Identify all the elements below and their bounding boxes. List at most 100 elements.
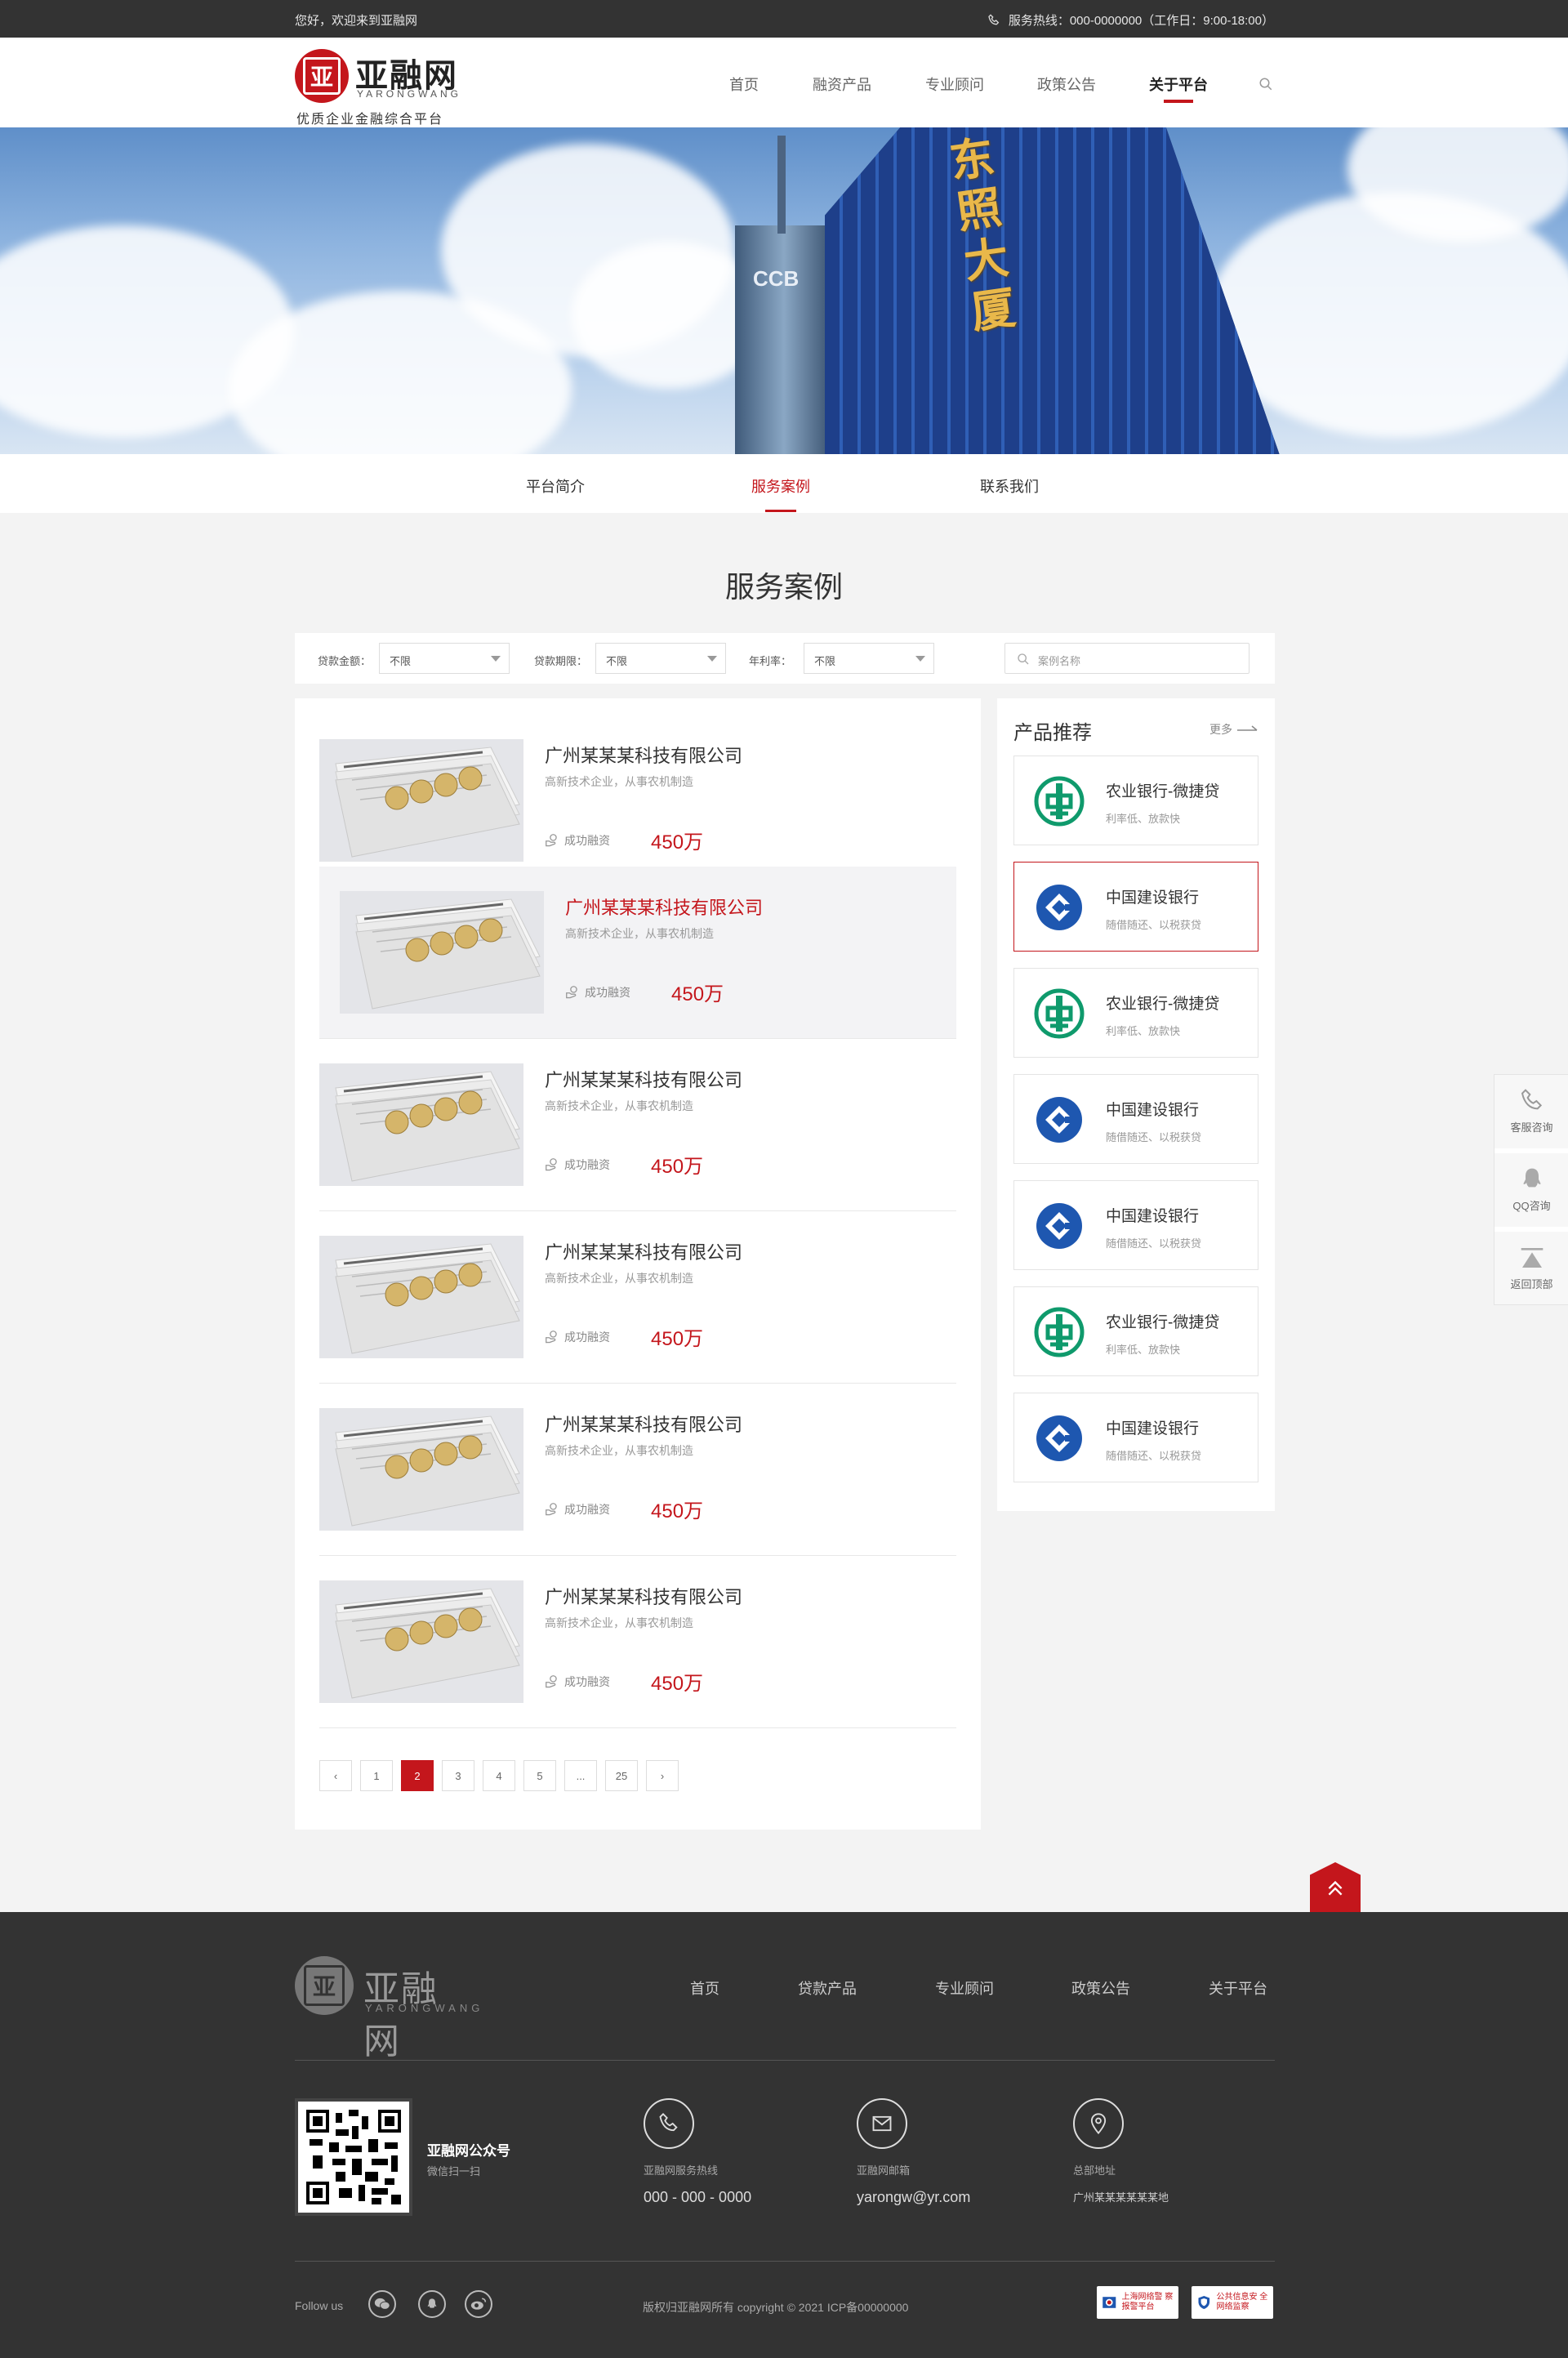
pagination-ellipsis: ... xyxy=(564,1760,597,1791)
amount-select[interactable]: 不限 xyxy=(379,643,510,674)
footer-divider xyxy=(295,2060,1275,2061)
list-item[interactable]: 广州某某某科技有限公司 高新技术企业，从事农机制造 成功融资 450万 xyxy=(319,1384,956,1556)
term-select[interactable]: 不限 xyxy=(595,643,726,674)
shield-icon xyxy=(1198,2295,1210,2310)
footer-nav-home[interactable]: 首页 xyxy=(690,1977,719,1999)
case-thumbnail[interactable] xyxy=(319,1236,523,1358)
success-label: 成功融资 xyxy=(565,984,630,1001)
page-button[interactable]: 25 xyxy=(605,1760,638,1791)
service-consult-button[interactable]: 客服咨询 xyxy=(1494,1075,1568,1148)
qq-consult-button[interactable]: QQ咨询 xyxy=(1494,1153,1568,1227)
case-description: 高新技术企业，从事农机制造 xyxy=(545,1444,693,1457)
logo-slogan: 优质企业金融综合平台 xyxy=(296,111,444,127)
page-button[interactable]: 1 xyxy=(360,1760,393,1791)
product-card[interactable]: 中国建设银行 随借随还、以税获贷 xyxy=(1013,1180,1258,1270)
product-desc: 随借随还、以税获贷 xyxy=(1106,1131,1202,1143)
more-link[interactable]: 更多 xyxy=(1209,721,1258,738)
list-item[interactable]: 广州某某某科技有限公司 高新技术企业，从事农机制造 成功融资 450万 xyxy=(319,715,956,887)
subnav-cases[interactable]: 服务案例 xyxy=(751,475,810,497)
product-card[interactable]: 中国建设银行 随借随还、以税获贷 xyxy=(1013,862,1258,952)
financing-amount: 450万 xyxy=(651,831,704,854)
chevron-down-icon xyxy=(915,656,925,662)
case-title[interactable]: 广州某某某科技有限公司 xyxy=(545,742,742,768)
pagination: ‹ 1 2 3 4 5... 25 › xyxy=(319,1760,679,1791)
product-card[interactable]: 中国建设银行随借随还、以税获贷 xyxy=(1013,1074,1258,1164)
subnav-intro[interactable]: 平台简介 xyxy=(526,475,585,497)
back-to-top-button[interactable]: 返回顶部 xyxy=(1494,1232,1568,1305)
mail-icon xyxy=(857,2098,907,2149)
product-name[interactable]: 中国建设银行 xyxy=(1106,885,1199,907)
nav-advisors[interactable]: 专业顾问 xyxy=(925,74,984,95)
product-name[interactable]: 中国建设银行 xyxy=(1106,1416,1199,1438)
police-badge[interactable]: 上海网络警 察报警平台 xyxy=(1097,2286,1178,2319)
footer-logo[interactable]: 亚 亚融网 YARONGWANG xyxy=(295,1956,479,2062)
case-title[interactable]: 广州某某某科技有限公司 xyxy=(545,1238,742,1264)
case-title[interactable]: 广州某某某科技有限公司 xyxy=(545,1583,742,1609)
prev-page-button[interactable]: ‹ xyxy=(319,1760,352,1791)
product-desc: 利率低、放款快 xyxy=(1106,813,1181,825)
product-card[interactable]: 农业银行-微捷贷利率低、放款快 xyxy=(1013,756,1258,845)
product-name[interactable]: 中国建设银行 xyxy=(1106,1098,1199,1120)
nav-home[interactable]: 首页 xyxy=(729,74,759,95)
case-title[interactable]: 广州某某某科技有限公司 xyxy=(545,1411,742,1437)
site-logo[interactable]: 亚 亚融网 YARONGWANG 优质企业金融综合平台 xyxy=(295,46,466,127)
rate-select[interactable]: 不限 xyxy=(804,643,934,674)
list-item[interactable]: 广州某某某科技有限公司 高新技术企业，从事农机制造 成功融资 450万 xyxy=(319,867,956,1039)
success-text: 成功融资 xyxy=(564,1331,610,1344)
badge1-text: 上海网络警 察报警平台 xyxy=(1121,2293,1174,2311)
wechat-icon[interactable] xyxy=(368,2290,396,2318)
list-item[interactable]: 广州某某某科技有限公司 高新技术企业，从事农机制造 成功融资 450万 xyxy=(319,1039,956,1211)
page-button[interactable]: 4 xyxy=(483,1760,515,1791)
nav-policy[interactable]: 政策公告 xyxy=(1037,74,1096,95)
case-thumbnail[interactable] xyxy=(319,1580,523,1703)
police-badge-icon xyxy=(1102,2297,1116,2308)
product-name[interactable]: 农业银行-微捷贷 xyxy=(1106,992,1219,1014)
case-thumbnail[interactable] xyxy=(319,739,523,862)
footer-email: 亚融网邮箱 yarongw@yr.com xyxy=(857,2098,970,2206)
product-name[interactable]: 农业银行-微捷贷 xyxy=(1106,1310,1219,1332)
scroll-top-button[interactable] xyxy=(1310,1862,1361,1913)
ccb-tower: CCB xyxy=(735,136,833,454)
page-button[interactable]: 5 xyxy=(523,1760,556,1791)
product-card[interactable]: 中国建设银行 随借随还、以税获贷 xyxy=(1013,1393,1258,1482)
nav-about[interactable]: 关于平台 xyxy=(1149,74,1208,95)
success-text: 成功融资 xyxy=(585,986,630,999)
phone-icon xyxy=(1521,1089,1542,1110)
weibo-icon[interactable] xyxy=(465,2290,492,2318)
case-thumbnail[interactable] xyxy=(319,1063,523,1186)
search-icon[interactable] xyxy=(1258,77,1273,91)
footer-address: 总部地址 广州某某某某某某地 xyxy=(1073,2098,1169,2204)
qq-icon[interactable] xyxy=(418,2290,446,2318)
qr-subtitle: 微信扫一扫 xyxy=(427,2165,481,2177)
subnav-contact[interactable]: 联系我们 xyxy=(980,475,1039,497)
case-title[interactable]: 广州某某某科技有限公司 xyxy=(545,1066,742,1092)
qr-title: 亚融网公众号 xyxy=(427,2143,510,2159)
back-to-top-icon xyxy=(1521,1248,1543,1268)
product-desc: 利率低、放款快 xyxy=(1106,1344,1181,1356)
email-value[interactable]: yarongw@yr.com xyxy=(857,2189,970,2206)
product-recommend-panel: 产品推荐 更多 农业银行-微捷贷 利率低、放款快 中国建设银行 随借随还、以税获贷 农业… xyxy=(997,698,1275,1511)
list-item[interactable]: 广州某某某科技有限公司 高新技术企业，从事农机制造 成功融资 450万 xyxy=(319,1211,956,1384)
page-button[interactable]: 3 xyxy=(442,1760,474,1791)
amount-filter-label: 贷款金额： xyxy=(318,655,372,667)
page-button[interactable]: 2 xyxy=(401,1760,434,1791)
product-card[interactable]: 农业银行-微捷贷利率低、放款快 xyxy=(1013,1286,1258,1376)
case-description: 高新技术企业，从事农机制造 xyxy=(545,1272,693,1285)
back-to-top-label: 返回顶部 xyxy=(1510,1278,1553,1290)
list-item[interactable]: 广州某某某科技有限公司 高新技术企业，从事农机制造 成功融资 450万 xyxy=(319,1556,956,1728)
case-thumbnail[interactable] xyxy=(340,891,544,1014)
case-title[interactable]: 广州某某某科技有限公司 xyxy=(565,894,763,920)
nav-financing-products[interactable]: 融资产品 xyxy=(813,74,871,95)
footer-nav-advisors[interactable]: 专业顾问 xyxy=(935,1977,994,1999)
product-card[interactable]: 农业银行-微捷贷 利率低、放款快 xyxy=(1013,968,1258,1058)
header: 亚 亚融网 YARONGWANG 优质企业金融综合平台 首页 融资产品 专业顾问… xyxy=(0,38,1568,127)
footer-nav-policy[interactable]: 政策公告 xyxy=(1071,1977,1130,1999)
product-name[interactable]: 中国建设银行 xyxy=(1106,1204,1199,1226)
footer-nav-loans[interactable]: 贷款产品 xyxy=(798,1977,857,1999)
footer-nav-about[interactable]: 关于平台 xyxy=(1209,1977,1267,1999)
case-thumbnail[interactable] xyxy=(319,1408,523,1531)
next-page-button[interactable]: › xyxy=(646,1760,679,1791)
case-search-input[interactable]: 案例名称 xyxy=(1004,643,1250,674)
security-badge[interactable]: 公共信息安 全网络监察 xyxy=(1192,2286,1273,2319)
product-name[interactable]: 农业银行-微捷贷 xyxy=(1106,779,1219,801)
